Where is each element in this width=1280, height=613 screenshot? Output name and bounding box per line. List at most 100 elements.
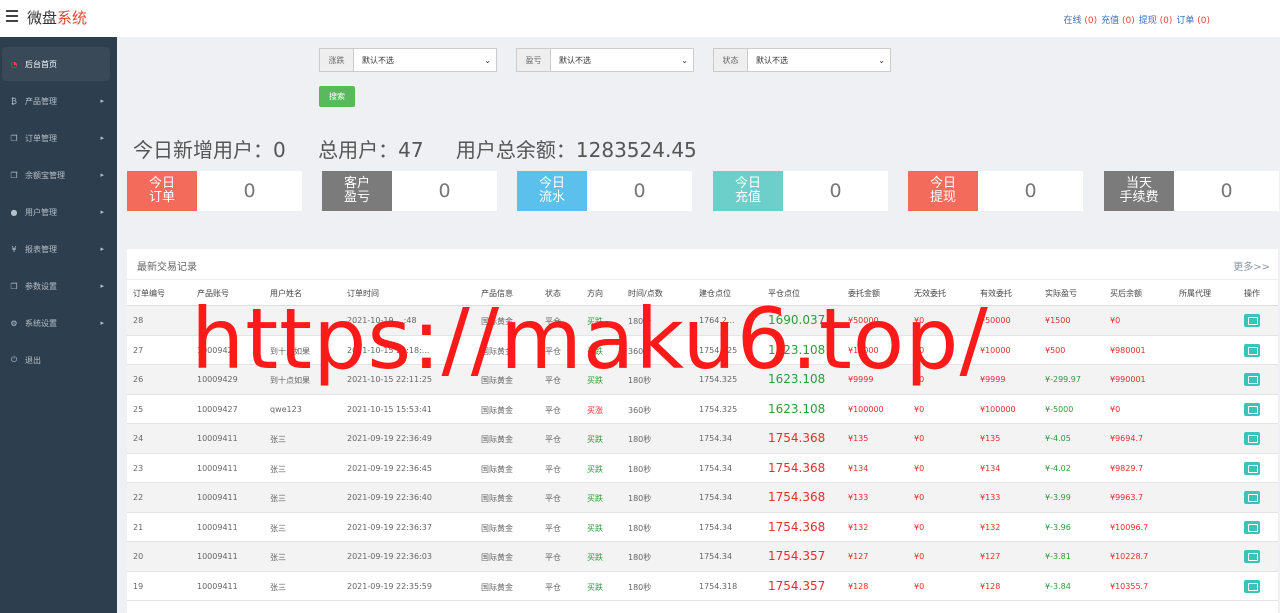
column-header: 买后余额 — [1110, 289, 1142, 298]
edit-icon[interactable] — [1244, 491, 1260, 504]
table-cell-dir: 买跌 — [587, 346, 603, 356]
table-cell-amount: ¥133 — [848, 493, 869, 502]
column-header: 订单时间 — [347, 289, 379, 298]
topnav-online[interactable]: 在线 (0) — [1063, 13, 1097, 26]
edit-icon[interactable] — [1244, 402, 1260, 416]
sidebar-item-products[interactable]: ₿ 产品管理 ▸ — [2, 84, 110, 118]
table-cell-product: 国际黄金 — [481, 317, 513, 326]
table-row: 27 1000942 到十点如果 2021-10-15 22:18:... 国际黄金 平仓… — [127, 336, 1278, 365]
dashboard-icon: ◔ — [10, 59, 18, 69]
column-header: 时间/点数 — [628, 289, 663, 298]
table-cell-close: 1623.108 — [768, 401, 826, 416]
table-cell-amount: ¥135 — [848, 434, 869, 443]
more-link[interactable]: 更多>> — [1233, 258, 1270, 273]
table-cell-dur: 180秒 — [628, 464, 652, 474]
table-row: 25 10009427 qwe123 2021-10-15 15:53:41 国际黄金 平… — [127, 395, 1278, 424]
table-cell-amount: ¥50000 — [848, 316, 879, 325]
edit-icon[interactable] — [1244, 432, 1260, 445]
bitcoin-icon: ₿ — [11, 96, 17, 106]
sidebar-item-yuebao[interactable]: ❐ 余额宝管理 ▸ — [2, 158, 110, 192]
table-cell-pnl: ¥-3.99 — [1045, 493, 1071, 502]
topnav-withdraw[interactable]: 提现 (0) — [1139, 13, 1173, 26]
table-cell-product: 国际黄金 — [481, 582, 513, 592]
stat-card-tag: 今日 流水 — [517, 171, 587, 211]
column-header: 方向 — [587, 289, 603, 298]
table-cell-valid: ¥134 — [980, 463, 1001, 473]
sidebar-item-users[interactable]: ● 用户管理 ▸ — [2, 195, 110, 229]
table-cell-dir: 买跌 — [587, 523, 603, 533]
filter-updown-select[interactable]: 默认不选 ⌄ — [354, 49, 496, 71]
stat-card-tag: 今日 充值 — [713, 171, 783, 211]
edit-icon[interactable] — [1244, 373, 1260, 386]
table-cell-name: 张三 — [270, 435, 286, 444]
table-cell-pnl: ¥-4.05 — [1045, 434, 1071, 443]
sidebar-item-reports[interactable]: ¥ 报表管理 ▸ — [2, 232, 110, 266]
topnav-orders[interactable]: 订单 (0) — [1176, 13, 1210, 26]
edit-icon[interactable] — [1244, 461, 1260, 475]
table-cell-bal: ¥9694.7 — [1110, 434, 1144, 443]
caret-right-icon: ▸ — [100, 208, 104, 216]
menu-toggle-icon[interactable] — [6, 10, 18, 22]
table-cell-product: 国际黄金 — [481, 464, 513, 474]
table-cell-valid: ¥127 — [980, 552, 1001, 561]
table-cell-status: 平仓 — [545, 317, 561, 326]
column-header: 有效委托 — [980, 289, 1012, 298]
table-cell-id: 24 — [133, 434, 144, 443]
copy-icon: ❐ — [10, 281, 18, 291]
table-cell-dur: 180秒 — [628, 376, 652, 385]
sidebar-item-params[interactable]: ❐ 参数设置 ▸ — [2, 269, 110, 303]
table-cell-invalid: ¥0 — [914, 404, 925, 414]
table-row: 23 10009411 张三 2021-09-19 22:36:45 国际黄金 平仓 买跌 1… — [127, 454, 1278, 483]
table-cell-valid: ¥135 — [980, 434, 1001, 443]
edit-icon[interactable] — [1244, 314, 1260, 327]
filter-profit: 盈亏 默认不选 ⌄ — [516, 48, 694, 72]
table-cell-dir: 买跌 — [587, 317, 603, 326]
edit-icon[interactable] — [1244, 343, 1260, 357]
table-cell-product: 国际黄金 — [481, 435, 513, 444]
column-header: 用户姓名 — [270, 289, 302, 298]
topnav-recharge[interactable]: 充值 (0) — [1101, 13, 1135, 26]
table-cell-name: qwe123 — [270, 404, 302, 414]
stat-card-tag: 今日 提现 — [908, 171, 978, 211]
search-button[interactable]: 搜索 — [319, 86, 355, 107]
table-cell-name: 张三 — [270, 553, 286, 562]
column-header: 平仓点位 — [768, 289, 800, 298]
table-cell-id: 25 — [133, 404, 144, 414]
table-cell-dir: 买涨 — [587, 405, 603, 415]
filter-profit-select[interactable]: 默认不选 ⌄ — [551, 49, 693, 71]
table-cell-dur: 180秒 — [628, 317, 652, 326]
table-cell-product: 国际黄金 — [481, 346, 513, 356]
table-cell-acct: 10009411 — [197, 522, 238, 532]
stat-card-tag: 今日 订单 — [127, 171, 197, 211]
edit-icon[interactable] — [1244, 579, 1260, 593]
new-users-stat: 今日新增用户：0 — [133, 138, 286, 162]
total-balance-stat: 用户总余额：1283524.45 — [455, 138, 697, 162]
table-cell-id: 20 — [133, 552, 144, 561]
chevron-down-icon: ⌄ — [484, 55, 491, 65]
panel-title: 最新交易记录 — [137, 262, 197, 273]
table-cell-id: 22 — [133, 493, 144, 502]
stat-card-flow: 今日 流水 0 — [517, 171, 692, 211]
table-cell-time: 2021-10-15 22:18:... — [347, 345, 430, 355]
sidebar-item-dashboard[interactable]: ◔ 后台首页 — [2, 47, 110, 81]
table-cell-open: 1754.325 — [699, 345, 738, 355]
table-cell-dir: 买跌 — [587, 376, 603, 385]
filter-label: 盈亏 — [517, 49, 551, 71]
column-header: 委托金额 — [848, 289, 880, 298]
column-header: 建仓点位 — [699, 289, 731, 298]
table-cell-valid: ¥9999 — [980, 375, 1006, 384]
stat-card-value: 0 — [829, 180, 842, 202]
sidebar-item-logout[interactable]: ⏻ 退出 — [2, 343, 110, 377]
column-header: 操作 — [1244, 289, 1260, 298]
sidebar-item-system[interactable]: ⚙ 系统设置 ▸ — [2, 306, 110, 340]
sidebar-item-orders[interactable]: ❐ 订单管理 ▸ — [2, 121, 110, 155]
filter-status-select[interactable]: 默认不选 ⌄ — [748, 49, 890, 71]
table-cell-valid: ¥10000 — [980, 345, 1011, 355]
table-cell-product: 国际黄金 — [481, 553, 513, 562]
edit-icon[interactable] — [1244, 520, 1260, 534]
table-cell-bal: ¥990001 — [1110, 375, 1146, 384]
table-cell-name: 张三 — [270, 494, 286, 503]
table-cell-product: 国际黄金 — [481, 376, 513, 385]
edit-icon[interactable] — [1244, 550, 1260, 563]
table-cell-dur: 360秒 — [628, 405, 652, 415]
